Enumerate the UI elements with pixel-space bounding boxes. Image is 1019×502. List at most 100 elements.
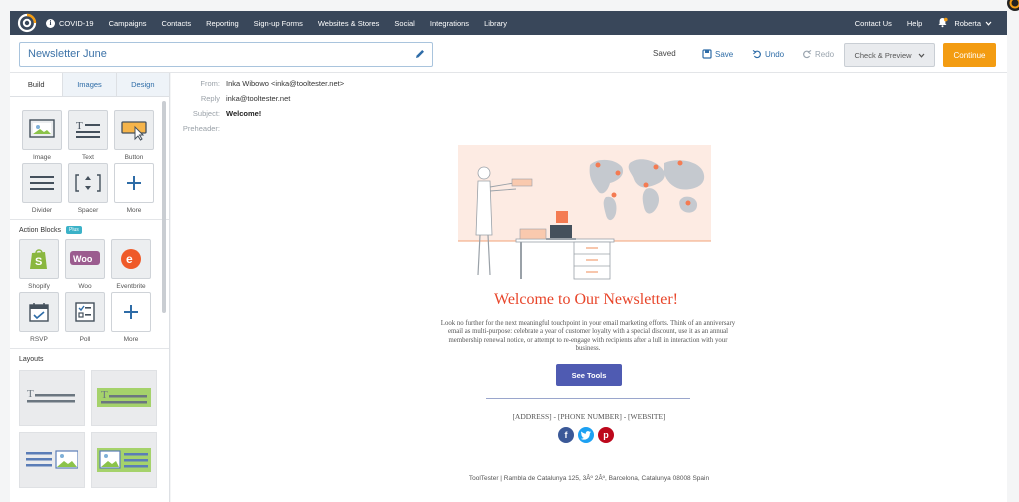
subject-value: Welcome! (226, 109, 262, 118)
block-more[interactable]: More (114, 163, 154, 216)
social-icons[interactable]: f p (558, 427, 614, 443)
block-text[interactable]: T Text (68, 110, 108, 163)
user-menu[interactable]: Roberta (954, 19, 992, 28)
redo-icon (803, 49, 812, 59)
address-line[interactable]: [ADDRESS] - [PHONE NUMBER] - [WEBSITE] (361, 412, 817, 421)
undo-icon (752, 49, 761, 59)
facebook-icon[interactable]: f (558, 427, 574, 443)
build-blocks: Image T Text Button Divider Spacer More (10, 110, 169, 216)
from-value: Inka Wibowo <inka@tooltester.net> (226, 79, 345, 88)
nav-item-signup-forms[interactable]: Sign-up Forms (254, 19, 303, 28)
tab-build[interactable]: Build (10, 73, 63, 96)
undo-button[interactable]: Undo (752, 49, 784, 59)
redo-button[interactable]: Redo (802, 49, 834, 59)
sidebar-scrollbar[interactable] (162, 101, 166, 313)
constant-contact-logo[interactable] (16, 12, 38, 34)
reply-row[interactable]: Reply inka@tooltester.net (171, 94, 291, 103)
block-label: RSVP (30, 336, 48, 343)
layout-image-text[interactable] (91, 432, 157, 488)
block-shopify[interactable]: S Shopify (19, 239, 59, 292)
preheader-label: Preheader: (182, 124, 220, 133)
tooltester-logo (1004, 0, 1019, 14)
campaign-name-field[interactable] (19, 42, 433, 67)
layouts-header: Layouts (19, 355, 44, 363)
block-more-actions[interactable]: More (111, 292, 151, 345)
svg-text:T: T (101, 389, 108, 401)
block-poll[interactable]: Poll (65, 292, 105, 345)
layout-text[interactable]: T (19, 370, 85, 426)
twitter-icon[interactable] (578, 427, 594, 443)
block-divider[interactable]: Divider (22, 163, 62, 216)
nav-item-contacts[interactable]: Contacts (162, 19, 192, 28)
hero-illustration[interactable] (458, 145, 711, 285)
preheader-row[interactable]: Preheader: (171, 124, 226, 133)
tab-images[interactable]: Images (62, 73, 116, 96)
notifications-bell-icon[interactable] (937, 17, 948, 30)
see-tools-button[interactable]: See Tools (556, 364, 622, 386)
block-eventbrite[interactable]: e Eventbrite (111, 239, 151, 292)
block-tile (114, 163, 154, 203)
block-label: Woo (78, 283, 92, 290)
campaign-name-input[interactable] (28, 48, 408, 60)
block-label: Eventbrite (116, 283, 146, 290)
svg-text:e: e (126, 252, 133, 266)
block-spacer[interactable]: Spacer (68, 163, 108, 216)
block-label: Text (82, 154, 94, 161)
subject-row[interactable]: Subject: Welcome! (171, 109, 261, 118)
check-preview-button[interactable]: Check & Preview (844, 43, 935, 67)
reply-value: inka@tooltester.net (226, 94, 291, 103)
block-label: More (126, 207, 142, 214)
action-blocks-header: Action Blocks Plus (10, 223, 169, 237)
block-tile (111, 292, 151, 332)
email-divider[interactable] (486, 398, 690, 399)
nav-item-campaigns[interactable]: Campaigns (109, 19, 147, 28)
highlight-layout-icon: T (97, 388, 151, 407)
block-woo[interactable]: Woo Woo (65, 239, 105, 292)
floppy-disk-icon (702, 49, 712, 59)
nav-item-social[interactable]: Social (394, 19, 414, 28)
svg-text:Woo: Woo (73, 254, 93, 264)
chevron-down-icon (918, 53, 924, 58)
nav-item-websites-stores[interactable]: Websites & Stores (318, 19, 380, 28)
block-tile: S (19, 239, 59, 279)
block-label: More (123, 336, 139, 343)
layout-text-image[interactable] (19, 432, 85, 488)
layout-text-highlight[interactable]: T (91, 370, 157, 426)
user-name: Roberta (954, 18, 981, 28)
pinterest-icon[interactable]: p (598, 427, 614, 443)
svg-text:S: S (35, 256, 42, 268)
text-block-icon: T (76, 120, 100, 138)
editor-toolbar: Saved Save Undo Redo Check & Preview Con… (10, 35, 1007, 73)
nav-item-label: COVID-19 (59, 18, 94, 28)
info-icon: i (46, 18, 55, 28)
nav-item-library[interactable]: Library (484, 19, 507, 28)
chevron-down-icon (985, 21, 992, 26)
eventbrite-icon: e (121, 249, 141, 269)
block-rsvp[interactable]: RSVP (19, 292, 59, 345)
nav-item-help[interactable]: Help (907, 19, 922, 28)
nav-item-covid[interactable]: i COVID-19 (46, 18, 94, 28)
section-divider (10, 348, 169, 349)
block-label: Shopify (28, 283, 50, 290)
poll-icon (75, 302, 95, 322)
continue-button[interactable]: Continue (943, 43, 996, 67)
pencil-icon[interactable] (414, 48, 426, 60)
block-tile (114, 110, 154, 150)
block-button[interactable]: Button (114, 110, 154, 163)
block-image[interactable]: Image (22, 110, 62, 163)
block-tile: e (111, 239, 151, 279)
divider-block-icon (30, 176, 54, 190)
email-footer[interactable]: ToolTester | Rambla de Catalunya 125, 3Â… (361, 475, 817, 482)
save-button[interactable]: Save (702, 49, 733, 59)
nav-item-contact-us[interactable]: Contact Us (855, 19, 892, 28)
block-tile (22, 163, 62, 203)
action-blocks: S Shopify Woo Woo e Eventbrite RSVP Poll… (10, 239, 169, 345)
block-label: Divider (31, 207, 53, 214)
from-row[interactable]: From: Inka Wibowo <inka@tooltester.net> (171, 79, 344, 88)
image-text-layout-icon (97, 448, 151, 472)
email-body-text[interactable]: Look no further for the next meaningful … (439, 320, 737, 354)
nav-item-integrations[interactable]: Integrations (430, 19, 469, 28)
nav-item-reporting[interactable]: Reporting (206, 19, 239, 28)
tab-design[interactable]: Design (115, 73, 169, 96)
email-heading[interactable]: Welcome to Our Newsletter! (361, 291, 811, 309)
